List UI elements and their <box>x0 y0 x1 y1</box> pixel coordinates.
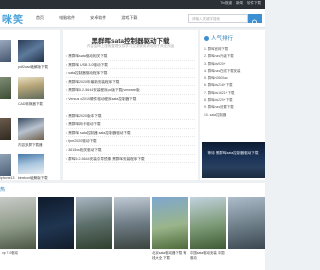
topbar-link[interactable]: Tin报道 <box>220 1 232 5</box>
bottom-gallery: 热 xp 7.0驱动 北京sata驱动器下载 有线大全 下载 中国sata驱动安… <box>0 183 265 270</box>
thumb-label[interactable]: iphone13 <box>0 176 14 180</box>
list-item[interactable]: •群晖5.2-5644安装引导镜像 黑群晖安装程序下载 <box>66 155 195 164</box>
thumb-image[interactable] <box>18 154 44 174</box>
top-bar: Tin报道 新闻 软件下载 <box>0 0 265 9</box>
topbar-links: Tin报道 新闻 软件下载 <box>217 1 261 6</box>
ranking-item[interactable]: 6. 群晖ds218+下载 <box>204 82 264 89</box>
popular-ranking-panel: 人气排行 1. 群晖官网下载 2. 群晖nas升级下载 3. 群晖ds920+ … <box>200 30 265 180</box>
list-item[interactable]: •黑群晖 sata控制器 sata控制器驱动下载 <box>66 129 195 138</box>
list-gap <box>66 104 195 112</box>
topbar-link[interactable]: 软件下载 <box>247 1 261 5</box>
site-logo[interactable]: 咪笑 <box>2 11 24 26</box>
ranking-item[interactable]: 2. 群晖nas升级下载 <box>204 53 264 60</box>
list-item[interactable]: •sata控制器驱动程序下载 <box>66 69 195 78</box>
thumb-label[interactable]: pdf2cad破解版下载 <box>18 65 48 70</box>
ranking-item[interactable]: 1. 群晖官网下载 <box>204 46 264 53</box>
gallery-caption[interactable]: xp 7.0驱动 <box>2 251 18 256</box>
ranking-item[interactable]: 10. sata控制器 <box>204 112 264 119</box>
ranking-list: 1. 群晖官网下载 2. 群晖nas升级下载 3. 群晖ds920+ 4. 群晖… <box>204 46 264 119</box>
gallery-image[interactable] <box>0 197 36 249</box>
list-item[interactable]: •3615xs相关驱动下载 <box>66 146 195 155</box>
gallery-caption[interactable]: 北京sata驱动器下载 有线大全 下载 <box>152 251 188 260</box>
topbar-link[interactable]: 新闻 <box>236 1 243 5</box>
gallery-image[interactable] <box>152 197 188 249</box>
thumb-label[interactable]: CAD转换器下载 <box>18 102 43 107</box>
gallery-image[interactable] <box>228 197 265 249</box>
thumb-image[interactable] <box>0 154 11 176</box>
list-item[interactable]: •黑群晖5.2-5644安装程序pc版下载(vmware版 <box>66 86 195 95</box>
page-subtitle: 内容由网上搜索整理仅供学习交流使用请勿用于商业用途 <box>86 44 175 48</box>
left-column: pdf2cad破解版下载 CAD转换器下载 内容多屏下载器 iphone13 k… <box>0 30 60 180</box>
nav-item-pc-software[interactable]: 电脑软件 <box>59 15 75 20</box>
ranking-item[interactable]: 9. 群晖nas设置下载 <box>204 104 264 111</box>
thumb-image[interactable] <box>18 77 44 99</box>
nav-item-games[interactable]: 游戏下载 <box>121 15 137 20</box>
gallery-image[interactable] <box>38 197 74 249</box>
ranking-item[interactable]: 8. 群晖ds220+下载 <box>204 97 264 104</box>
list-item[interactable]: •黑群晖2020年最新安装程序下载 <box>66 78 195 87</box>
gallery-image[interactable] <box>114 197 150 249</box>
thumb-image[interactable] <box>18 40 44 62</box>
thumb-image[interactable] <box>0 118 11 140</box>
thumb-image[interactable] <box>18 118 44 140</box>
ranking-item[interactable]: 4. 群晖nas在线下载安装 <box>204 68 264 75</box>
list-item[interactable]: •黑群晖 USB 3.0驱动下载 <box>66 61 195 70</box>
nav-item-android-software[interactable]: 安卓软件 <box>90 15 106 20</box>
popular-icon <box>204 35 209 41</box>
search-button[interactable] <box>248 14 262 26</box>
ranking-item[interactable]: 7. 群晖ds1621+下载 <box>204 90 264 97</box>
gallery-image[interactable] <box>76 197 112 249</box>
search-input[interactable]: 请输入关键字搜索 <box>188 14 248 23</box>
list-item[interactable]: •黑群晖sata驱动相关下载 <box>66 52 195 61</box>
thumb-label[interactable]: 内容多屏下载器 <box>18 143 43 148</box>
list-item[interactable]: •Versus x2010硬件驱动程序sata控制器下载 <box>66 95 195 104</box>
ranking-item[interactable]: 5. 群晖rt2600ac <box>204 75 264 82</box>
featured-image-caption[interactable]: 等待 黑群晖sata控制器驱动下载 <box>206 151 260 156</box>
nav-item-home[interactable]: 首页 <box>36 15 44 20</box>
main-nav: 首页 电脑软件 安卓软件 游戏下载 <box>36 15 151 21</box>
article-list-panel: 黑群晖sata控制器驱动下载 内容由网上搜索整理仅供学习交流使用请勿用于商业用途… <box>63 30 198 180</box>
thumb-image[interactable] <box>0 77 11 99</box>
thumb-label[interactable]: kinekon破解版下载 <box>18 176 48 181</box>
article-list: •黑群晖sata驱动相关下载 •黑群晖 USB 3.0驱动下载 •sata控制器… <box>66 52 195 164</box>
thumb-image[interactable] <box>0 40 11 62</box>
featured-image[interactable] <box>202 142 265 178</box>
list-item[interactable]: •黑群晖网卡驱动下载 <box>66 120 195 129</box>
gallery-heading: 热 <box>0 187 6 193</box>
ranking-item[interactable]: 3. 群晖ds920+ <box>204 61 264 68</box>
list-item[interactable]: •黑群晖2020版本下载 <box>66 112 195 121</box>
gallery-caption[interactable]: 中国sata驱动安装 中国 驱动 <box>190 251 226 260</box>
gallery-image[interactable] <box>190 197 226 249</box>
ranking-heading: 人气排行 <box>204 34 233 42</box>
list-item[interactable]: •fpm2020驱动下载 <box>66 137 195 146</box>
site-header: 咪笑 首页 电脑软件 安卓软件 游戏下载 请输入关键字搜索 <box>0 9 265 28</box>
search-icon <box>252 19 258 26</box>
